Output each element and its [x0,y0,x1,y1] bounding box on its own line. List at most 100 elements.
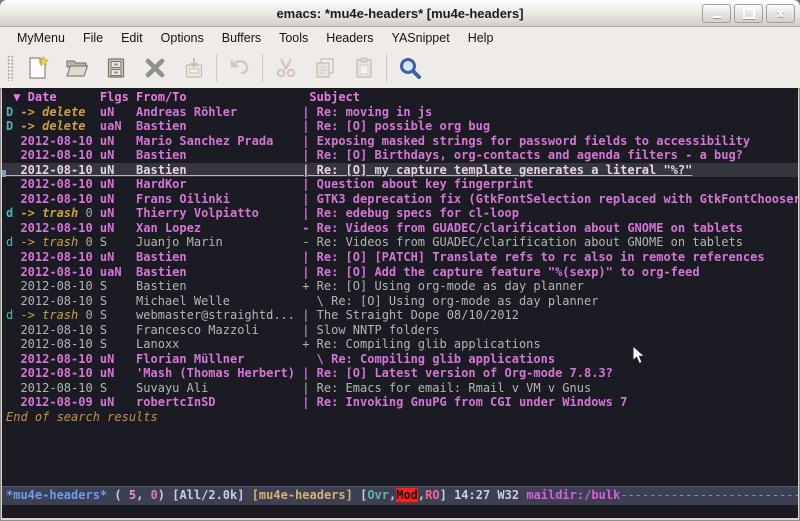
row-segment-mark: d [6,235,20,249]
modeline-segment-pink2: 0 [151,488,158,502]
row-segment-dim: 0 [78,206,92,220]
end-of-search-marker: End of search results [2,410,798,425]
menu-item-buffers[interactable]: Buffers [213,28,270,48]
header-row[interactable]: 2012-08-10 S Suvayu Ali | Re: Emacs for … [2,381,798,396]
header-row[interactable]: 2012-08-10 uaN Bastien | Re: [O] Add the… [2,265,798,280]
headers-column-header[interactable]: ▼ Date Flgs From/To Subject [2,90,798,105]
row-segment-text: 2012-08-10 uN HardKor | Question about k… [6,177,533,191]
row-segment-dim: 0 [78,308,92,322]
header-row[interactable]: d -> trash 0 S webmaster@straightd... | … [2,308,798,323]
modeline-segment-teal: Ovr [367,488,389,502]
close-buffer-button[interactable] [135,51,174,85]
maximize-icon [743,8,755,19]
header-row[interactable]: 2012-08-10 uN Bastien | Re: [O] Birthday… [2,148,798,163]
row-segment-text: 2012-08-09 uN robertcInSD | Re: Invoking… [6,395,627,409]
toolbar-separator [216,54,217,82]
mode-line[interactable]: *mu4e-headers* ( 5, 0) [All/2.0k] [mu4e-… [2,486,798,505]
menu-item-help[interactable]: Help [459,28,503,48]
toolbar-separator [262,54,263,82]
row-segment-text: S webmaster@straightd... | The Straight … [93,308,519,322]
modeline-segment-plain: ) [158,488,172,502]
header-row[interactable]: 2012-08-10 S Michael Welle \ Re: [O] Usi… [2,294,798,309]
row-segment-text: 2012-08-10 uN Bastien | Re: [O] [PATCH] … [6,250,765,264]
modeline-segment-plain: ( [107,488,129,502]
header-row[interactable]: 2012-08-10 uN Mario Sanchez Prada | Expo… [2,134,798,149]
new-file-button[interactable] [18,51,57,85]
toolbar-drag-handle[interactable] [7,55,14,81]
echo-area[interactable] [2,505,798,518]
open-folder-icon [65,56,89,80]
row-segment-text: 2012-08-10 S Bastien + Re: [O] Using org… [6,279,584,293]
header-row[interactable]: 2012-08-10 uN Bastien | Re: [O] [PATCH] … [2,250,798,265]
row-segment-text: 2012-08-10 S Suvayu Ali | Re: Emacs for … [6,381,591,395]
menu-item-file[interactable]: File [74,28,112,48]
menu-item-headers[interactable]: Headers [317,28,382,48]
header-row[interactable]: D -> delete uN Andreas Röhler | Re: movi… [2,105,798,120]
row-segment-target: -> trash [20,235,78,249]
save-buffer-button [174,51,213,85]
menu-item-mymenu[interactable]: MyMenu [8,28,74,48]
row-segment-mark: D [6,119,20,133]
copy-button [305,51,344,85]
minimize-button[interactable] [702,4,731,23]
row-segment-text: 2012-08-10 uN Mario Sanchez Prada | Expo… [6,134,750,148]
close-x-icon [143,56,167,80]
save-icon [182,56,206,80]
header-row[interactable]: 2012-08-10 uN Frans Oilinki | GTK3 depre… [2,192,798,207]
menu-item-edit[interactable]: Edit [112,28,152,48]
search-button[interactable] [390,51,429,85]
header-row[interactable]: D -> delete uaN Bastien | Re: [O] possib… [2,119,798,134]
modeline-segment-plain: [All/2.0k] [172,488,251,502]
dired-button[interactable] [96,51,135,85]
header-row[interactable]: 2012-08-09 uN robertcInSD | Re: Invoking… [2,395,798,410]
modeline-segment-bufname: *mu4e-headers* [6,488,107,502]
row-segment-text: 2012-08-10 uN Xan Lopez - Re: Videos fro… [6,221,743,235]
scissors-icon [274,56,298,80]
file-cabinet-icon [104,56,128,80]
header-row[interactable]: d -> trash 0 uN Thierry Volpiatto | Re: … [2,206,798,221]
row-segment-text: uN Thierry Volpiatto | Re: edebug specs … [93,206,519,220]
row-segment-text: 2012-08-10 S Michael Welle \ Re: [O] Usi… [6,294,598,308]
row-segment-text: uaN Bastien | Re: [O] possible org bug [85,119,490,133]
copy-icon [313,56,337,80]
row-segment-text: 2012-08-10 uN Bastien | Re: [O] Birthday… [6,148,743,162]
menu-item-tools[interactable]: Tools [270,28,317,48]
header-row[interactable]: d -> trash 0 S Juanjo Marin - Re: Videos… [2,235,798,250]
modeline-segment-pink: 5 [129,488,136,502]
menu-item-yasnippet[interactable]: YASnippet [383,28,459,48]
search-icon [397,55,423,81]
title-bar[interactable]: emacs: *mu4e-headers* [mu4e-headers] x [0,0,800,27]
row-segment-mark: D [6,105,20,119]
header-row[interactable]: 2012-08-10 S Lanoxx + Re: Compiling glib… [2,337,798,352]
row-segment-text: uN Andreas Röhler | Re: moving in js [85,105,432,119]
new-file-icon [26,56,50,80]
header-row[interactable]: 2012-08-10 S Francesco Mazzoli | Slow NN… [2,323,798,338]
close-button[interactable]: x [766,4,795,23]
close-icon: x [777,8,784,19]
fringe-cursor-marker [2,170,6,177]
header-row[interactable]: 2012-08-10 uN HardKor | Question about k… [2,177,798,192]
modeline-segment-dashes: ------------------------------ [620,488,798,502]
header-row[interactable]: 2012-08-10 uN Florian Müllner \ Re: Comp… [2,352,798,367]
row-segment-text: 2012-08-10 uN Florian Müllner \ Re: Comp… [6,352,555,366]
modeline-segment-mod: Mod [396,488,418,502]
clipboard-icon [352,56,376,80]
maximize-button[interactable] [734,4,763,23]
toolbar-separator [386,54,387,82]
header-row[interactable]: 2012-08-10 uN Bastien | Re: [O] my captu… [2,163,798,178]
header-row[interactable]: 2012-08-10 S Bastien + Re: [O] Using org… [2,279,798,294]
undo-button [220,51,259,85]
row-segment-mark: d [6,206,20,220]
menu-bar: MyMenuFileEditOptionsBuffersToolsHeaders… [0,27,800,48]
modeline-segment-plain: , [136,488,150,502]
row-segment-dim: 0 [78,235,92,249]
minimize-icon [713,16,721,18]
undo-icon [228,56,252,80]
headers-buffer: ▼ Date Flgs From/To Subject D -> delete … [2,88,798,487]
header-row[interactable]: 2012-08-10 uN 'Mash (Thomas Herbert) | R… [2,366,798,381]
header-row[interactable]: 2012-08-10 uN Xan Lopez - Re: Videos fro… [2,221,798,236]
open-file-button[interactable] [57,51,96,85]
row-segment-text: 2012-08-10 uN 'Mash (Thomas Herbert) | R… [6,366,613,380]
row-segment-target: -> trash [20,308,78,322]
menu-item-options[interactable]: Options [152,28,213,48]
